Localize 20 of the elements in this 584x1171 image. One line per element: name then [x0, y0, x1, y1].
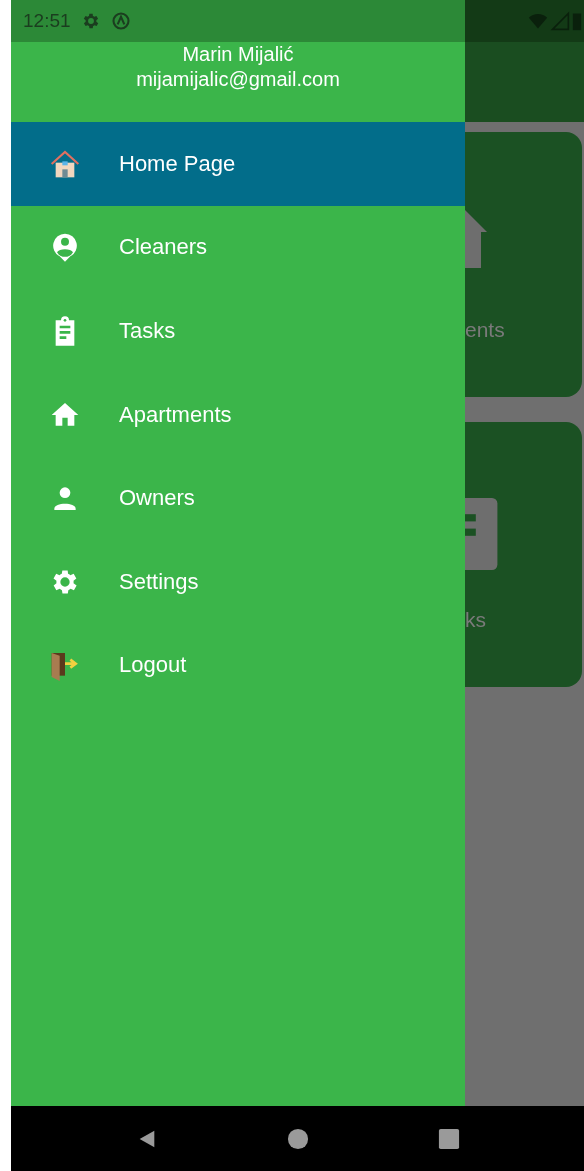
user-email: mijamijalic@gmail.com: [136, 67, 340, 92]
card-label: ents: [465, 318, 505, 342]
drawer-item[interactable]: Apartments: [11, 372, 465, 457]
drawer-item[interactable]: Logout: [11, 623, 465, 708]
drawer-item[interactable]: Cleaners: [11, 205, 465, 290]
drawer-item[interactable]: Home Page: [11, 122, 465, 206]
drawer-item[interactable]: Owners: [11, 456, 465, 540]
status-time: 12:51: [23, 10, 71, 32]
user-name: Marin Mijalić: [182, 42, 294, 67]
signal-icon: [550, 11, 570, 31]
battery-icon: [572, 11, 582, 31]
card-label: ks: [465, 608, 486, 632]
drawer-item[interactable]: Tasks: [11, 289, 465, 373]
circle-a-icon: [110, 11, 131, 31]
wifi-icon: [528, 11, 548, 31]
recents-icon[interactable]: [437, 1127, 460, 1150]
home-circle-icon[interactable]: [286, 1127, 309, 1150]
drawer-item[interactable]: Settings: [11, 539, 465, 624]
menu-card[interactable]: ks: [465, 422, 582, 687]
menu-card[interactable]: ents: [465, 132, 582, 397]
